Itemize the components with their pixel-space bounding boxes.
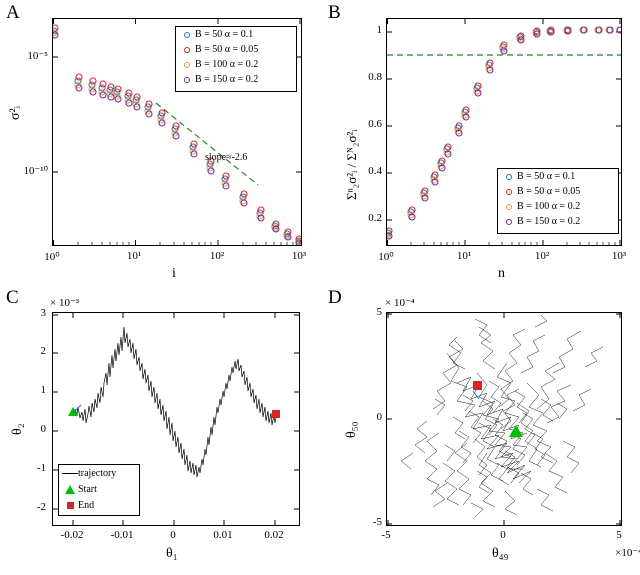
legend-item: B = 150 α = 0.2 xyxy=(498,214,618,229)
panel-b-ytick-3: 0.8 xyxy=(368,71,382,83)
legend-marker-circle-red xyxy=(501,188,517,195)
panel-d-ytick-2: 5 xyxy=(376,306,383,318)
legend-label: B = 150 α = 0.2 xyxy=(517,216,581,227)
panel-a-xtick-1: 10¹ xyxy=(126,250,142,262)
panel-c-ytick-4: 2 xyxy=(40,345,47,357)
panel-d-end-marker xyxy=(473,381,482,390)
panel-b-ytick-1: 0.4 xyxy=(368,165,382,177)
panel-a-ytick-1: 10⁻¹⁰ xyxy=(23,165,48,177)
slope-guide-line xyxy=(155,102,259,186)
legend-label: B = 50 α = 0.1 xyxy=(195,29,254,40)
panel-b-xtick-2: 10² xyxy=(534,250,550,262)
panel-c-ylabel: θ₂ xyxy=(10,423,25,435)
legend-label: trajectory xyxy=(78,467,117,479)
panel-a-xtick-2: 10² xyxy=(209,250,225,262)
panel-c-ytick-0: -2 xyxy=(36,501,46,513)
panel-c-xlabel: θ₁ xyxy=(166,546,178,561)
panel-c-ytick-5: 3 xyxy=(40,307,47,319)
panel-label-b: B xyxy=(328,2,341,23)
panel-b-ytick-0: 0.2 xyxy=(368,212,382,224)
panel-d-xtick-1: 0 xyxy=(500,529,506,541)
legend-label: B = 50 α = 0.05 xyxy=(517,186,581,197)
panel-a-slope-annotation: slope≈-2.6 xyxy=(205,152,248,163)
panel-c-xtick-3: 0.01 xyxy=(213,529,233,541)
legend-label: Start xyxy=(78,483,97,495)
panel-c-yexp: × 10⁻³ xyxy=(50,297,80,309)
panel-c-trajectory xyxy=(74,326,277,478)
legend-marker-line xyxy=(62,472,78,474)
panel-d-xexp: ×10⁻⁴ xyxy=(615,547,640,559)
panel-c-ytick-3: 1 xyxy=(40,384,47,396)
panel-a-legend: B = 50 α = 0.1 B = 50 α = 0.05 B = 100 α… xyxy=(175,26,297,92)
panel-label-c: C xyxy=(6,287,19,308)
legend-item: B = 150 α = 0.2 xyxy=(176,72,296,87)
panel-d-plot xyxy=(387,313,621,525)
panel-b-xtick-1: 10¹ xyxy=(456,250,472,262)
legend-item: trajectory xyxy=(59,465,139,481)
panel-c-end-marker xyxy=(272,410,280,418)
panel-b-xtick-3: 10³ xyxy=(611,250,627,262)
panel-a-ylabel: σ²ᵢ xyxy=(8,105,23,120)
legend-item: B = 50 α = 0.05 xyxy=(498,184,618,199)
panel-c-xtick-2: 0 xyxy=(170,529,176,541)
legend-marker-circle-orange xyxy=(179,61,195,68)
legend-marker-square xyxy=(62,501,78,509)
panel-d-yexp: × 10⁻⁴ xyxy=(385,297,415,309)
legend-marker-circle-red xyxy=(179,46,195,53)
legend-item: B = 100 α = 0.2 xyxy=(498,199,618,214)
panel-c-xtick-4: 0.02 xyxy=(264,529,284,541)
panel-d-xtick-2: 5 xyxy=(616,529,622,541)
panel-d-xlabel: θ₄₉ xyxy=(492,546,509,561)
panel-label-d: D xyxy=(328,287,342,308)
legend-label: B = 100 α = 0.2 xyxy=(517,201,581,212)
legend-marker-circle-blue xyxy=(179,31,195,38)
legend-item: End xyxy=(59,497,139,513)
panel-b-xtick-0: 10⁰ xyxy=(378,251,394,263)
legend-label: B = 150 α = 0.2 xyxy=(195,74,259,85)
panel-label-a: A xyxy=(6,2,20,23)
panel-c-start-segment xyxy=(72,404,82,414)
panel-d-xtick-0: -5 xyxy=(381,529,391,541)
legend-item: B = 50 α = 0.05 xyxy=(176,42,296,57)
legend-label: End xyxy=(78,499,95,511)
legend-item: B = 50 α = 0.1 xyxy=(498,169,618,184)
legend-label: B = 100 α = 0.2 xyxy=(195,59,259,70)
legend-item: B = 100 α = 0.2 xyxy=(176,57,296,72)
panel-c-start-marker xyxy=(68,407,78,416)
panel-d-ytick-0: -5 xyxy=(372,516,382,528)
legend-item: B = 50 α = 0.1 xyxy=(176,27,296,42)
panel-a-ytick-0: 10⁻⁵ xyxy=(27,50,48,62)
panel-b-legend: B = 50 α = 0.1 B = 50 α = 0.05 B = 100 α… xyxy=(497,168,619,234)
panel-d-ylabel: θ₅₀ xyxy=(344,421,359,438)
panel-a-xtick-3: 10³ xyxy=(291,250,307,262)
panel-c-ytick-2: 0 xyxy=(40,423,47,435)
panel-a-xlabel: i xyxy=(172,266,176,281)
legend-item: Start xyxy=(59,481,139,497)
legend-marker-circle-purple xyxy=(501,218,517,225)
panel-c-ytick-1: -1 xyxy=(36,462,46,474)
panel-c-xtick-1: -0.01 xyxy=(110,529,134,541)
panel-d-axes xyxy=(386,312,622,526)
panel-d-ytick-1: 0 xyxy=(376,411,383,423)
panel-b-xlabel: n xyxy=(498,266,505,281)
panel-b-ylabel: Σⁿ₂σ²ᵢ / Σᴺ₂σ²ᵢ xyxy=(344,129,359,200)
legend-marker-triangle xyxy=(62,484,78,494)
panel-a-xtick-0: 10⁰ xyxy=(44,251,60,263)
panel-b-ytick-2: 0.6 xyxy=(368,118,382,130)
legend-label: B = 50 α = 0.05 xyxy=(195,44,259,55)
legend-marker-circle-purple xyxy=(179,76,195,83)
panel-b-ytick-4: 1 xyxy=(376,24,383,36)
legend-marker-circle-orange xyxy=(501,203,517,210)
figure-canvas: A slope≈-2.6 B = 50 α = 0.1 B = 50 α = 0… xyxy=(0,0,640,575)
legend-label: B = 50 α = 0.1 xyxy=(517,171,576,182)
panel-d-trajectory xyxy=(400,314,604,518)
legend-marker-circle-blue xyxy=(501,173,517,180)
panel-c-legend: trajectory Start End xyxy=(58,464,140,516)
panel-c-xtick-0: -0.02 xyxy=(60,529,84,541)
